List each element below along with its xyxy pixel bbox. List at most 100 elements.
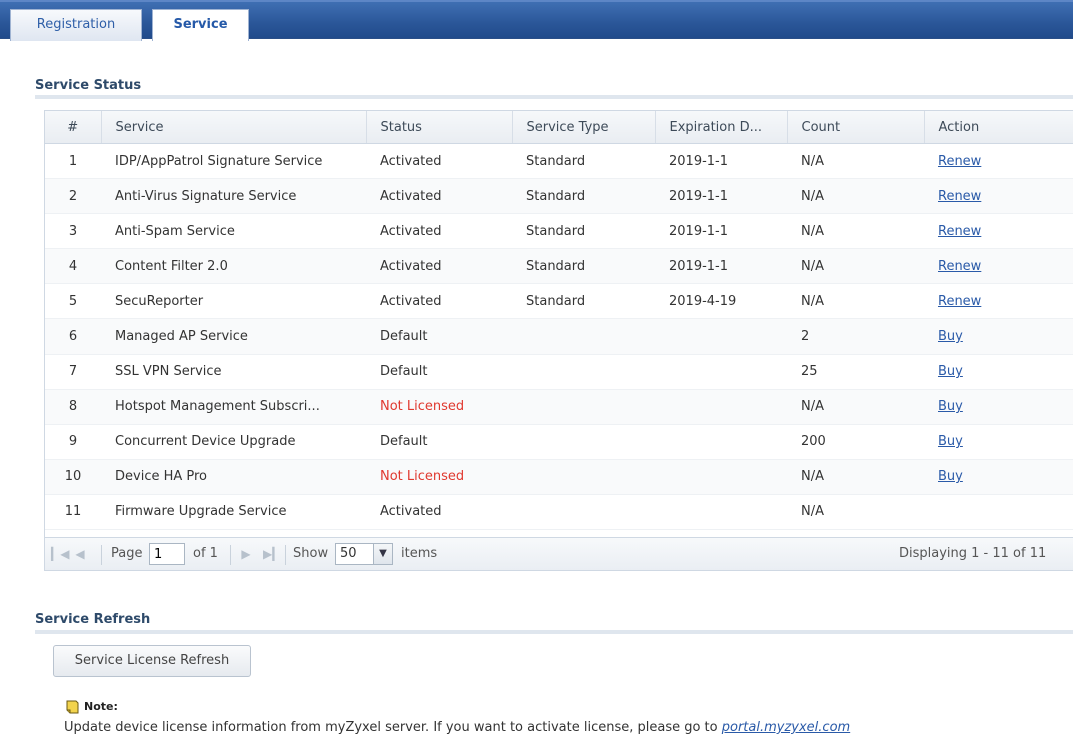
table-row[interactable]: 8 Hotspot Management Subscri... Not Licens…: [45, 389, 1073, 425]
service-table: # Service Status Service Type Expiration…: [44, 110, 1073, 570]
row-action-link: Buy: [924, 459, 1073, 495]
row-service-name: SSL VPN Service: [101, 354, 366, 390]
column-header-count[interactable]: Count: [787, 111, 925, 144]
row-action-link: Renew: [924, 213, 1073, 250]
table-row[interactable]: 5 SecuReporter Activated Standard 2019-4-19 N…: [45, 283, 1073, 320]
buy-link[interactable]: Buy: [938, 364, 963, 379]
row-expiration-date: [655, 459, 787, 495]
row-expiration-date: [655, 389, 787, 425]
table-row[interactable]: 9 Concurrent Device Upgrade Default 200 Buy: [45, 424, 1073, 460]
table-row[interactable]: 4 Content Filter 2.0 Activated Standard 2019…: [45, 248, 1073, 285]
row-action-link: Renew: [924, 248, 1073, 285]
row-number: 6: [45, 318, 101, 355]
row-action-link: Buy: [924, 318, 1073, 355]
row-expiration-date: 2019-4-19: [655, 283, 787, 320]
row-service-name: Device HA Pro: [101, 459, 366, 495]
last-page-icon[interactable]: ▶▎: [263, 547, 281, 561]
row-count: N/A: [787, 248, 924, 285]
row-service-name: Concurrent Device Upgrade: [101, 424, 366, 460]
table-row[interactable]: 11 Firmware Upgrade Service Activated N/A: [45, 494, 1073, 531]
row-service-name: Firmware Upgrade Service: [101, 494, 366, 531]
show-label: Show: [293, 546, 329, 561]
page-number-input[interactable]: [149, 543, 185, 565]
pager-separator: [101, 545, 102, 565]
row-service-name: Hotspot Management Subscri...: [101, 389, 366, 425]
portal-link[interactable]: portal.myzyxel.com: [722, 720, 850, 735]
pagination-bar: ▎◀ ◀ Page of 1 ▶ ▶▎ Show 50 ▼ items Disp…: [44, 537, 1073, 571]
row-expiration-date: [655, 494, 787, 531]
column-header-status[interactable]: Status: [366, 111, 513, 144]
buy-link[interactable]: Buy: [938, 399, 963, 414]
note-label: Note:: [84, 700, 118, 713]
items-label: items: [401, 546, 438, 561]
first-page-icon[interactable]: ▎◀: [51, 547, 69, 561]
row-action-link: Renew: [924, 178, 1073, 215]
buy-link[interactable]: Buy: [938, 469, 963, 484]
row-count: 25: [787, 354, 924, 390]
note-text: Update device license information from m…: [64, 720, 850, 735]
next-page-icon[interactable]: ▶: [239, 547, 253, 561]
pager-separator: [230, 545, 231, 565]
table-row[interactable]: 10 Device HA Pro Not Licensed N/A Buy: [45, 459, 1073, 495]
row-count: N/A: [787, 389, 924, 425]
row-action-link: Renew: [924, 283, 1073, 320]
row-status: Activated: [366, 178, 512, 215]
buy-link[interactable]: Buy: [938, 434, 963, 449]
table-row[interactable]: 3 Anti-Spam Service Activated Standard 2019-…: [45, 213, 1073, 250]
row-status: Activated: [366, 143, 512, 180]
display-count-text: Displaying 1 - 11 of 11: [899, 546, 1047, 561]
items-per-page-select[interactable]: 50 ▼: [335, 543, 393, 565]
renew-link[interactable]: Renew: [938, 259, 981, 274]
column-header-number[interactable]: #: [45, 111, 102, 144]
table-row[interactable]: 6 Managed AP Service Default 2 Buy: [45, 318, 1073, 355]
service-status-title: Service Status: [35, 78, 142, 93]
previous-page-icon[interactable]: ◀: [73, 547, 87, 561]
page-of-label: of 1: [193, 546, 218, 561]
row-service-name: Content Filter 2.0: [101, 248, 366, 285]
row-status: Activated: [366, 213, 512, 250]
row-count: 2: [787, 318, 924, 355]
row-status: Default: [366, 424, 512, 460]
service-license-refresh-button[interactable]: Service License Refresh: [53, 645, 251, 677]
table-row[interactable]: 2 Anti-Virus Signature Service Activated St…: [45, 178, 1073, 215]
row-number: 2: [45, 178, 101, 215]
row-action-link: Renew: [924, 143, 1073, 180]
row-number: 8: [45, 389, 101, 425]
column-header-service[interactable]: Service: [101, 111, 367, 144]
items-per-page-value: 50: [340, 546, 357, 561]
row-status: Activated: [366, 248, 512, 285]
tab-registration[interactable]: Registration: [10, 9, 142, 41]
row-action-link: Buy: [924, 389, 1073, 425]
buy-link[interactable]: Buy: [938, 329, 963, 344]
renew-link[interactable]: Renew: [938, 189, 981, 204]
renew-link[interactable]: Renew: [938, 294, 981, 309]
row-service-type: [512, 424, 655, 460]
row-service-name: Anti-Virus Signature Service: [101, 178, 366, 215]
row-expiration-date: 2019-1-1: [655, 213, 787, 250]
pager-separator: [285, 545, 286, 565]
row-number: 10: [45, 459, 101, 495]
table-row[interactable]: 7 SSL VPN Service Default 25 Buy: [45, 354, 1073, 390]
renew-link[interactable]: Renew: [938, 224, 981, 239]
row-expiration-date: 2019-1-1: [655, 143, 787, 180]
tab-service[interactable]: Service: [152, 9, 249, 41]
row-service-type: [512, 494, 655, 531]
row-service-type: Standard: [512, 178, 655, 215]
row-expiration-date: 2019-1-1: [655, 248, 787, 285]
service-status-divider: [35, 95, 1073, 99]
column-header-service-type[interactable]: Service Type: [512, 111, 656, 144]
service-refresh-divider: [35, 630, 1073, 634]
column-header-expiration[interactable]: Expiration D...: [655, 111, 788, 144]
row-number: 3: [45, 213, 101, 250]
table-header-row: # Service Status Service Type Expiration…: [45, 111, 1073, 144]
renew-link[interactable]: Renew: [938, 154, 981, 169]
row-service-type: [512, 459, 655, 495]
row-status: Activated: [366, 283, 512, 320]
row-expiration-date: [655, 318, 787, 355]
row-status: Default: [366, 318, 512, 355]
column-header-action[interactable]: Action: [924, 111, 1073, 144]
row-service-name: Anti-Spam Service: [101, 213, 366, 250]
table-row[interactable]: 1 IDP/AppPatrol Signature Service Activate…: [45, 143, 1073, 180]
chevron-down-icon[interactable]: ▼: [373, 544, 392, 564]
row-expiration-date: 2019-1-1: [655, 178, 787, 215]
